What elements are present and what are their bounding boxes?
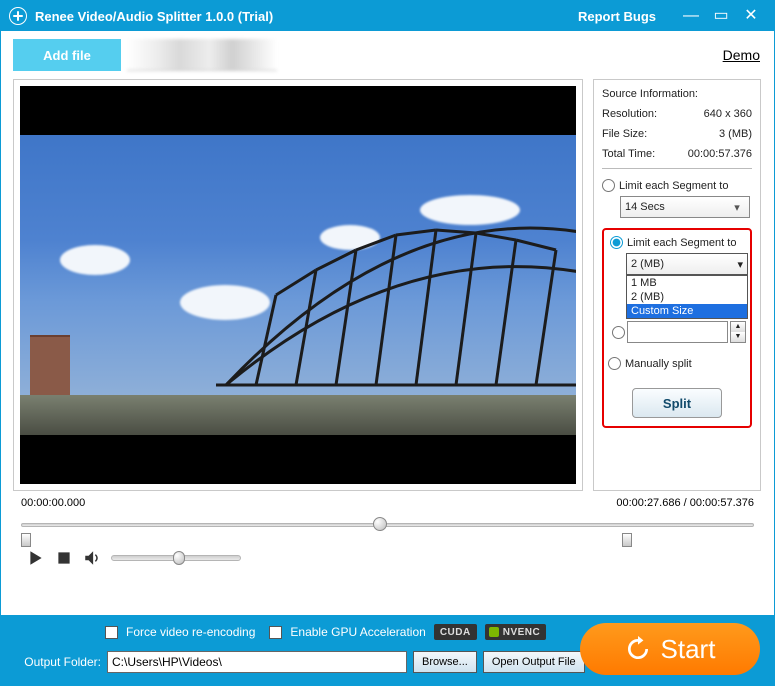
totaltime-value: 00:00:57.376 <box>688 148 752 160</box>
play-icon[interactable] <box>27 549 45 567</box>
report-bugs-link[interactable]: Report Bugs <box>578 9 656 24</box>
custom-size-radio[interactable] <box>612 326 625 339</box>
gpu-accel-checkbox[interactable] <box>269 626 282 639</box>
segment-time-radio[interactable] <box>602 179 615 192</box>
app-window: Renee Video/Audio Splitter 1.0.0 (Trial)… <box>0 0 775 686</box>
minimize-button[interactable]: — <box>676 1 706 31</box>
spinner-buttons: ▲ ▼ <box>730 321 746 343</box>
force-reencode-checkbox[interactable] <box>105 626 118 639</box>
custom-size-input[interactable] <box>627 321 728 343</box>
open-output-button[interactable]: Open Output File <box>483 651 585 673</box>
maximize-button[interactable]: ▭ <box>706 1 736 31</box>
range-end-knob[interactable] <box>622 533 632 547</box>
titlebar: Renee Video/Audio Splitter 1.0.0 (Trial)… <box>1 1 774 31</box>
divider <box>602 168 752 169</box>
timeline-start-label: 00:00:00.000 <box>21 497 85 509</box>
split-button[interactable]: Split <box>632 388 722 418</box>
start-button[interactable]: Start <box>580 623 760 675</box>
timeline-area: 00:00:00.000 00:00:27.686 / 00:00:57.376 <box>1 491 774 543</box>
timeline-track[interactable] <box>21 513 754 543</box>
time-labels: 00:00:00.000 00:00:27.686 / 00:00:57.376 <box>21 497 754 509</box>
force-reencode-label: Force video re-encoding <box>126 625 255 639</box>
segment-size-option-highlighted[interactable]: Custom Size <box>627 304 747 318</box>
segment-time-radio-row: Limit each Segment to <box>602 179 752 192</box>
gpu-accel-label: Enable GPU Acceleration <box>290 625 425 639</box>
side-panel: Source Information: Resolution: 640 x 36… <box>593 79 761 491</box>
window-title: Renee Video/Audio Splitter 1.0.0 (Trial) <box>35 9 273 24</box>
resolution-label: Resolution: <box>602 108 657 120</box>
volume-icon[interactable] <box>83 549 101 567</box>
playback-controls <box>1 543 774 573</box>
resolution-row: Resolution: 640 x 360 <box>602 108 752 120</box>
segment-size-radio[interactable] <box>610 236 623 249</box>
video-preview-panel <box>13 79 583 491</box>
filesize-label: File Size: <box>602 128 647 140</box>
chevron-down-icon: ▾ <box>729 201 745 214</box>
cloud-icon <box>60 245 130 275</box>
start-button-label: Start <box>661 634 716 665</box>
volume-knob[interactable] <box>173 551 185 565</box>
browse-button[interactable]: Browse... <box>413 651 477 673</box>
manual-split-label: Manually split <box>625 358 692 370</box>
volume-slider[interactable] <box>111 555 241 561</box>
segment-time-label: Limit each Segment to <box>619 180 728 192</box>
totaltime-row: Total Time: 00:00:57.376 <box>602 148 752 160</box>
bridge-shape <box>216 175 576 405</box>
demo-link[interactable]: Demo <box>723 47 760 63</box>
bottom-bar: Force video re-encoding Enable GPU Accel… <box>1 615 774 685</box>
video-frame[interactable] <box>20 135 576 435</box>
add-file-button[interactable]: Add file <box>13 39 121 71</box>
segment-size-selected: 2 (MB) <box>631 258 664 270</box>
segment-size-radio-row: Limit each Segment to <box>610 236 746 249</box>
cuda-badge: CUDA <box>434 624 477 640</box>
output-folder-label: Output Folder: <box>15 655 101 669</box>
refresh-icon <box>625 636 651 662</box>
spinner-down-icon[interactable]: ▼ <box>731 332 745 342</box>
file-name-blurred <box>127 39 277 71</box>
output-folder-input[interactable] <box>107 651 407 673</box>
chevron-down-icon: ▾ <box>737 258 743 271</box>
segment-size-option[interactable]: 1 MB <box>627 276 747 290</box>
timeline-playhead[interactable] <box>373 517 387 531</box>
custom-size-spinner-row: ▲ ▼ <box>612 321 746 343</box>
app-logo-icon <box>9 7 27 25</box>
close-button[interactable]: ✕ <box>736 1 766 31</box>
segment-size-label: Limit each Segment to <box>627 237 736 249</box>
segment-time-select[interactable]: 14 Secs ▾ <box>620 196 750 218</box>
segment-time-value: 14 Secs <box>625 201 665 213</box>
segment-size-option[interactable]: 2 (MB) <box>627 290 747 304</box>
manual-split-radio[interactable] <box>608 357 621 370</box>
ground-shape <box>20 395 576 435</box>
segment-size-select-button[interactable]: 2 (MB) ▾ <box>626 253 748 275</box>
segment-size-select[interactable]: 2 (MB) ▾ 1 MB 2 (MB) Custom Size <box>626 253 746 275</box>
timeline-line <box>21 523 754 527</box>
spinner-up-icon[interactable]: ▲ <box>731 322 745 332</box>
range-start-knob[interactable] <box>21 533 31 547</box>
segment-size-dropdown-list: 1 MB 2 (MB) Custom Size <box>626 275 748 319</box>
main-content: Source Information: Resolution: 640 x 36… <box>1 73 774 491</box>
timeline-position-label: 00:00:27.686 / 00:00:57.376 <box>616 497 754 509</box>
totaltime-label: Total Time: <box>602 148 655 160</box>
manual-split-row: Manually split <box>608 357 746 370</box>
filesize-value: 3 (MB) <box>719 128 752 140</box>
stop-icon[interactable] <box>55 549 73 567</box>
resolution-value: 640 x 360 <box>704 108 752 120</box>
filesize-row: File Size: 3 (MB) <box>602 128 752 140</box>
highlighted-segment-size-group: Limit each Segment to 2 (MB) ▾ 1 MB 2 (M… <box>602 228 752 428</box>
toolbar: Add file Demo <box>1 31 774 73</box>
nvenc-badge: NVENC <box>485 624 547 640</box>
video-letterbox <box>20 86 576 484</box>
source-info-heading: Source Information: <box>602 88 752 100</box>
